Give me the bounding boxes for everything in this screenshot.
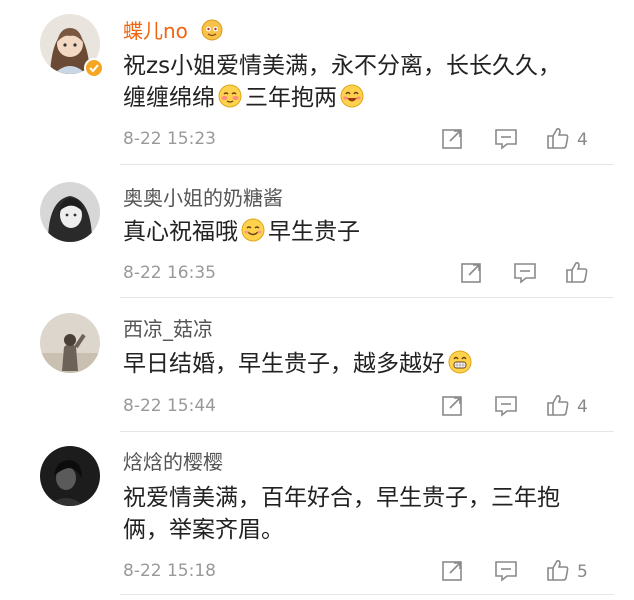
divider (120, 297, 614, 298)
comment-line: 三年抱两 (245, 85, 337, 111)
thumbs-up-icon[interactable] (545, 125, 571, 149)
comment-icon[interactable] (493, 559, 519, 583)
like-count: 4 (577, 130, 588, 150)
like-count: 4 (577, 397, 588, 417)
comment-line: 早生贵子 (268, 219, 360, 245)
comment-line: 俩，举案齐眉。 (123, 517, 284, 543)
commenter-name[interactable]: 西凉_菇凉 (123, 316, 213, 342)
comment-line-group: 缠缠绵绵 三年抱两 (123, 82, 593, 114)
comment-text: 真心祝福哦 早生贵子 (123, 216, 593, 248)
share-icon[interactable] (459, 261, 485, 285)
vip-emoji-icon (200, 18, 224, 42)
comment-line: 祝爱情美满，百年好合，早生贵子，三年抱 (123, 485, 560, 511)
shy-face-emoji-icon (217, 83, 243, 109)
comment-line-group: 真心祝福哦 早生贵子 (123, 216, 593, 248)
smile-face-emoji-icon (240, 217, 266, 243)
divider (120, 594, 614, 595)
comment-icon[interactable] (493, 394, 519, 418)
share-icon[interactable] (440, 127, 466, 151)
thumbs-up-icon[interactable] (564, 259, 590, 283)
divider (120, 164, 614, 165)
verified-badge (84, 58, 104, 78)
commenter-name[interactable]: 蝶儿no (123, 18, 188, 44)
happy-face-emoji-icon (339, 83, 365, 109)
avatar[interactable] (40, 182, 100, 242)
like-count: 5 (577, 562, 588, 582)
thumbs-up-icon[interactable] (545, 392, 571, 416)
grin-face-emoji-icon (447, 349, 473, 375)
commenter-name[interactable]: 奥奥小姐的奶糖酱 (123, 185, 283, 211)
comment-line: 祝zs小姐爱情美满，永不分离，长长久久， (123, 53, 562, 79)
avatar[interactable] (40, 446, 100, 506)
comment-text: 祝爱情美满，百年好合，早生贵子，三年抱 俩，举案齐眉。 (123, 482, 593, 546)
share-icon[interactable] (440, 559, 466, 583)
share-icon[interactable] (440, 394, 466, 418)
comment-line: 早日结婚，早生贵子，越多越好 (123, 351, 445, 377)
comment-text: 祝zs小姐爱情美满，永不分离，长长久久， 缠缠绵绵 三年抱两 (123, 50, 593, 114)
comment-icon[interactable] (512, 261, 538, 285)
thumbs-up-icon[interactable] (545, 557, 571, 581)
comment-line: 缠缠绵绵 (123, 85, 215, 111)
comment-text: 早日结婚，早生贵子，越多越好 (123, 348, 593, 380)
avatar[interactable] (40, 313, 100, 373)
comment-icon[interactable] (493, 127, 519, 151)
comment-line-group: 早日结婚，早生贵子，越多越好 (123, 348, 593, 380)
comment-timestamp: 8-22 15:23 (123, 129, 216, 149)
comment-timestamp: 8-22 15:44 (123, 396, 216, 416)
divider (120, 431, 614, 432)
comment-line: 真心祝福哦 (123, 219, 238, 245)
commenter-name[interactable]: 焓焓的樱樱 (123, 449, 223, 475)
comment-timestamp: 8-22 16:35 (123, 263, 216, 283)
comment-timestamp: 8-22 15:18 (123, 561, 216, 581)
